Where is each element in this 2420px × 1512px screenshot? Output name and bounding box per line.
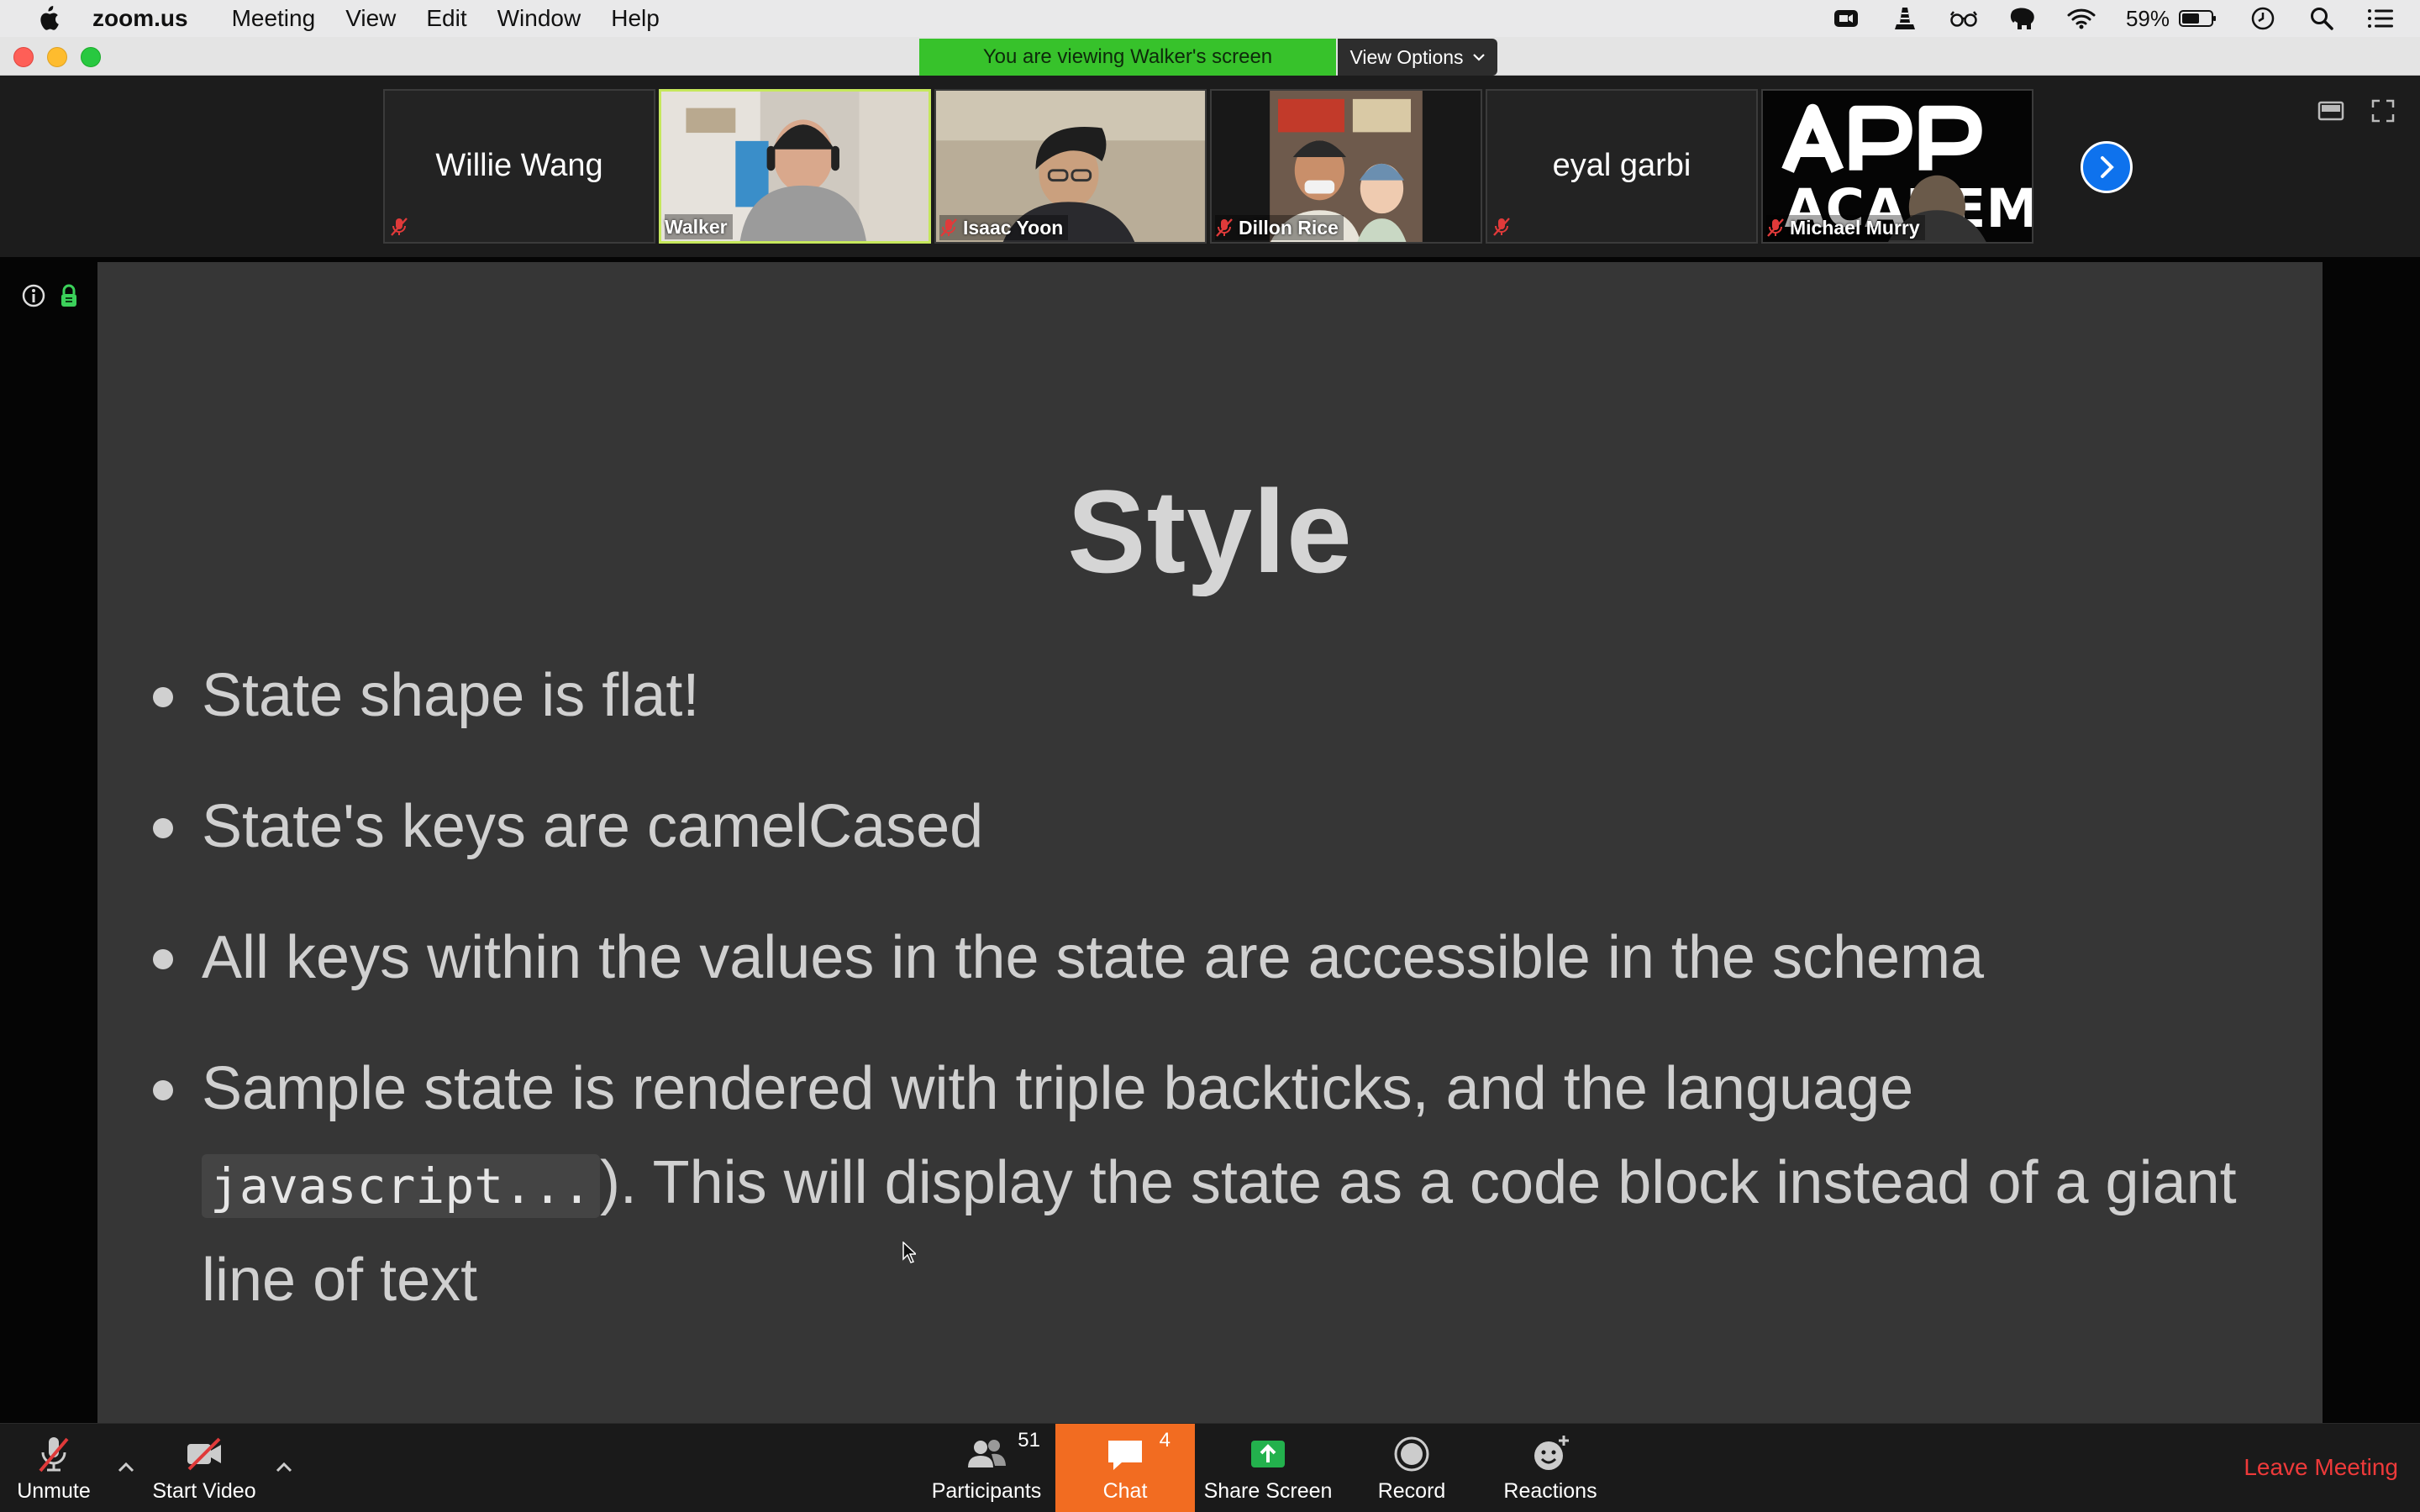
share-screen-icon bbox=[1251, 1440, 1285, 1467]
slide-title: Style bbox=[1067, 465, 1353, 597]
wifi-icon[interactable] bbox=[2067, 4, 2096, 33]
chat-button[interactable]: 4 Chat bbox=[1055, 1424, 1195, 1512]
reactions-label: Reactions bbox=[1503, 1478, 1597, 1503]
menu-window[interactable]: Window bbox=[497, 5, 581, 32]
unmute-label: Unmute bbox=[17, 1478, 91, 1503]
slide-bullet: State's keys are camelCased bbox=[153, 780, 2304, 874]
share-screen-button[interactable]: Share Screen bbox=[1203, 1424, 1333, 1512]
encryption-lock-icon[interactable] bbox=[55, 282, 82, 309]
participants-count: 51 bbox=[1018, 1428, 1040, 1452]
next-participants-button[interactable] bbox=[2081, 141, 2133, 193]
slide-bullet: Sample state is rendered with triple bac… bbox=[153, 1042, 2304, 1327]
battery-icon[interactable] bbox=[2178, 4, 2218, 33]
minimize-strip-icon[interactable] bbox=[2317, 97, 2344, 124]
start-video-button[interactable]: Start Video bbox=[148, 1424, 260, 1512]
record-label: Record bbox=[1377, 1478, 1446, 1503]
chevron-down-icon bbox=[1472, 54, 1485, 61]
record-button[interactable]: Record bbox=[1370, 1424, 1454, 1512]
muted-mic-icon bbox=[1767, 218, 1784, 237]
muted-mic-icon bbox=[1216, 218, 1233, 237]
participant-name: Isaac Yoon bbox=[963, 216, 1064, 239]
muted-mic-icon bbox=[39, 1436, 69, 1472]
chevron-right-icon bbox=[2101, 156, 2114, 178]
record-icon bbox=[1394, 1436, 1429, 1471]
participant-tile-willie-wang[interactable]: Willie Wang bbox=[383, 89, 655, 244]
muted-mic-icon bbox=[1493, 218, 1510, 236]
fullscreen-icon[interactable] bbox=[2370, 97, 2396, 124]
muted-mic-icon bbox=[940, 218, 957, 237]
participant-label: Dillon Rice bbox=[1215, 215, 1344, 240]
zoom-icon[interactable] bbox=[1832, 4, 1860, 33]
participants-label: Participants bbox=[931, 1478, 1042, 1503]
start-video-label: Start Video bbox=[152, 1478, 256, 1503]
viewing-screen-banner: You are viewing Walker's screen bbox=[919, 39, 1336, 76]
reactions-button[interactable]: Reactions bbox=[1496, 1424, 1605, 1512]
menu-edit[interactable]: Edit bbox=[426, 5, 466, 32]
participant-label: Michael Murry bbox=[1766, 215, 1925, 240]
participant-label: Walker bbox=[665, 214, 733, 239]
reactions-smiley-icon bbox=[1534, 1435, 1569, 1470]
chat-bubble-icon bbox=[1108, 1440, 1142, 1470]
participant-label: Isaac Yoon bbox=[939, 215, 1069, 240]
strip-view-controls bbox=[2317, 97, 2396, 124]
window-minimize-button[interactable] bbox=[47, 47, 67, 67]
video-options-caret-icon[interactable] bbox=[271, 1454, 297, 1481]
inline-code: javascript... bbox=[202, 1154, 600, 1218]
participant-tile-walker[interactable]: Walker bbox=[659, 89, 931, 244]
clock-icon[interactable] bbox=[2249, 4, 2277, 33]
meeting-info-badges bbox=[20, 282, 82, 309]
menu-view[interactable]: View bbox=[345, 5, 396, 32]
participant-tile-michael-murry[interactable]: ACADEMY Michael Murry bbox=[1761, 89, 2033, 244]
menu-app-name[interactable]: zoom.us bbox=[92, 5, 188, 32]
audio-options-caret-icon[interactable] bbox=[113, 1454, 139, 1481]
participant-name: Willie Wang bbox=[435, 148, 603, 183]
meeting-controls-toolbar: Unmute Start Video 51 Participants 4 Cha… bbox=[0, 1423, 2420, 1512]
menu-meeting[interactable]: Meeting bbox=[232, 5, 316, 32]
chat-icon-wrap: 4 bbox=[1105, 1429, 1171, 1474]
presentation-slide: Style State shape is flat! State's keys … bbox=[97, 262, 2323, 1423]
video-off-icon bbox=[187, 1437, 221, 1470]
participant-tile-eyal-garbi[interactable]: eyal garbi bbox=[1486, 89, 1758, 244]
info-icon[interactable] bbox=[20, 282, 47, 309]
participants-icon-wrap: 51 bbox=[966, 1429, 1040, 1474]
view-options-button[interactable]: View Options bbox=[1338, 39, 1497, 76]
participants-button[interactable]: 51 Participants bbox=[924, 1424, 1049, 1512]
search-icon[interactable] bbox=[2307, 4, 2336, 33]
window-maximize-button[interactable] bbox=[81, 47, 101, 67]
unmute-button[interactable]: Unmute bbox=[12, 1424, 96, 1512]
menu-bar-status-area: 59% bbox=[1832, 0, 2395, 37]
leave-meeting-button[interactable]: Leave Meeting bbox=[2244, 1454, 2398, 1481]
apple-icon[interactable] bbox=[34, 4, 62, 33]
participant-name: Dillon Rice bbox=[1239, 216, 1339, 239]
participant-tile-isaac-yoon[interactable]: Isaac Yoon bbox=[934, 89, 1207, 244]
vlc-icon[interactable] bbox=[1891, 4, 1919, 33]
participant-name: Michael Murry bbox=[1790, 216, 1920, 239]
slide-bullet: State shape is flat! bbox=[153, 648, 2304, 743]
participant-name: eyal garbi bbox=[1552, 148, 1691, 183]
window-close-button[interactable] bbox=[13, 47, 34, 67]
participant-video-strip: Willie Wang Walker Isaac Yoon Dillon Ric… bbox=[0, 76, 2420, 257]
participant-name: Walker bbox=[665, 215, 728, 238]
menu-help[interactable]: Help bbox=[611, 5, 660, 32]
view-options-label: View Options bbox=[1349, 45, 1464, 68]
shared-screen-area: Style State shape is flat! State's keys … bbox=[0, 257, 2420, 1423]
participants-icon bbox=[968, 1439, 1006, 1467]
battery-percent: 59% bbox=[2125, 5, 2170, 31]
elephant-icon[interactable] bbox=[2008, 4, 2037, 33]
chat-unread-count: 4 bbox=[1159, 1428, 1171, 1452]
bullet-text: Sample state is rendered with triple bac… bbox=[202, 1055, 1914, 1122]
macos-menu-bar: zoom.us Meeting View Edit Window Help 59… bbox=[0, 0, 2420, 37]
slide-bullet-list: State shape is flat! State's keys are ca… bbox=[153, 648, 2304, 1364]
slide-bullet: All keys within the values in the state … bbox=[153, 911, 2304, 1005]
glasses-icon[interactable] bbox=[1949, 4, 1978, 33]
chat-label: Chat bbox=[1102, 1478, 1148, 1503]
share-screen-label: Share Screen bbox=[1203, 1478, 1333, 1503]
muted-mic-icon bbox=[391, 218, 408, 236]
participant-tile-dillon-rice[interactable]: Dillon Rice bbox=[1210, 89, 1482, 244]
mouse-cursor-icon bbox=[902, 1242, 916, 1263]
control-center-icon[interactable] bbox=[2366, 4, 2395, 33]
